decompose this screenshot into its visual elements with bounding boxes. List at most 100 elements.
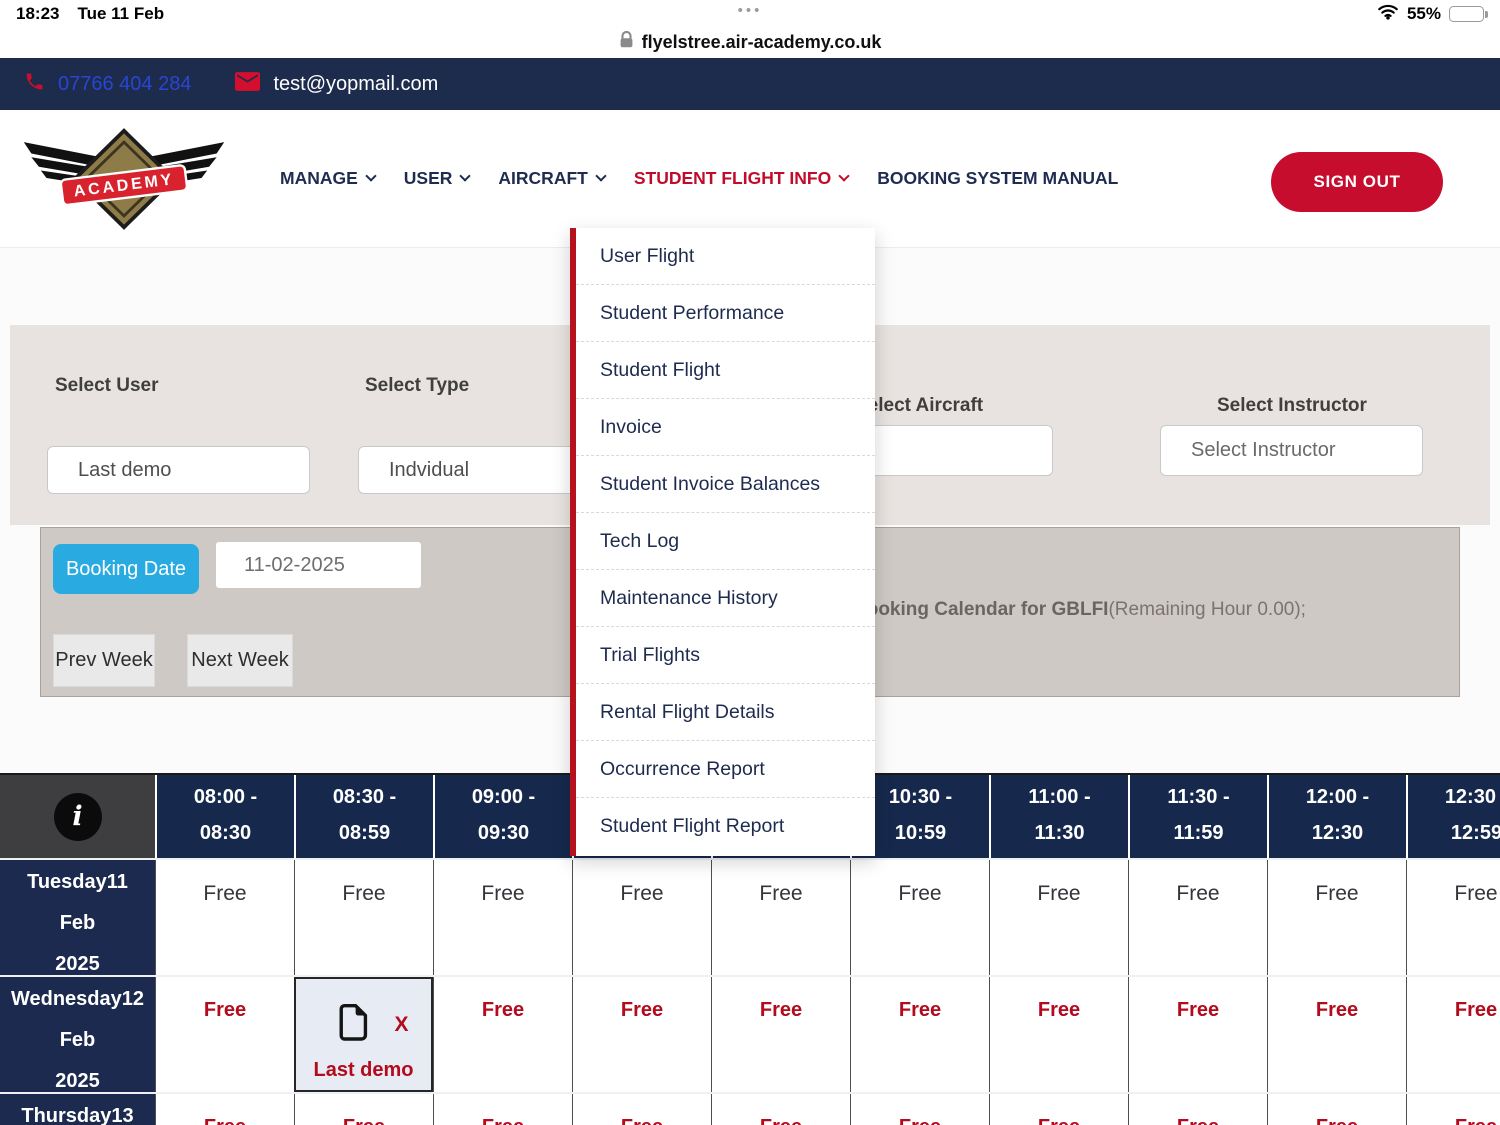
dropdown-item-trial-flights[interactable]: Trial Flights — [576, 627, 875, 684]
dropdown-item-student-flight[interactable]: Student Flight — [576, 342, 875, 399]
slot-cell[interactable]: Free — [433, 1094, 572, 1125]
nav-booking-system-manual[interactable]: BOOKING SYSTEM MANUAL — [877, 168, 1118, 189]
slot-cell[interactable]: Free — [433, 977, 572, 1092]
booking-date-button[interactable]: Booking Date — [53, 544, 199, 594]
main-nav: MANAGE USER AIRCRAFT STUDENT FLIGHT INFO… — [280, 110, 1118, 247]
calendar-row-tuesday: Tuesday11Feb2025 Free Free Free Free Fre… — [0, 858, 1500, 975]
select-instructor-input[interactable] — [1160, 425, 1423, 476]
slot-cell[interactable]: Free — [572, 977, 711, 1092]
battery-percent: 55% — [1407, 4, 1441, 24]
academy-logo[interactable]: ACADEMY — [18, 127, 230, 231]
booking-cell[interactable]: X Last demo — [294, 977, 433, 1092]
chevron-down-icon — [460, 170, 471, 181]
next-week-button[interactable]: Next Week — [187, 634, 293, 687]
time-slot-header: 11:30 -11:59 — [1128, 775, 1267, 858]
prev-week-button[interactable]: Prev Week — [53, 634, 155, 687]
slot-cell[interactable]: Free — [989, 860, 1128, 975]
info-icon[interactable]: i — [54, 793, 102, 841]
dropdown-item-user-flight[interactable]: User Flight — [576, 228, 875, 285]
slot-cell[interactable]: Free — [294, 860, 433, 975]
select-type-label: Select Type — [365, 375, 469, 397]
slot-cell[interactable]: Free — [1406, 1094, 1500, 1125]
browser-address-bar[interactable]: flyelstree.air-academy.co.uk — [0, 26, 1500, 58]
cancel-booking-x[interactable]: X — [394, 1013, 408, 1037]
email-link[interactable]: test@yopmail.com — [235, 72, 438, 96]
slot-cell[interactable]: Free — [1267, 977, 1406, 1092]
time-slot-header: 12:30 -12:59 — [1406, 775, 1500, 858]
battery-icon — [1449, 6, 1484, 22]
calendar-row-wednesday: Wednesday12Feb2025 Free X Last demo Free… — [0, 975, 1500, 1092]
nav-aircraft[interactable]: AIRCRAFT — [498, 168, 604, 189]
ios-status-bar: 18:23 Tue 11 Feb ••• 55% — [0, 0, 1500, 28]
slot-cell[interactable]: Free — [155, 860, 294, 975]
nav-manage[interactable]: MANAGE — [280, 168, 375, 189]
app-screen: 18:23 Tue 11 Feb ••• 55% flyelstree.air-… — [0, 0, 1500, 1125]
time-slot-header: 09:00 -09:30 — [433, 775, 572, 858]
slot-cell[interactable]: Free — [711, 1094, 850, 1125]
student-flight-info-dropdown: User Flight Student Performance Student … — [570, 228, 875, 856]
slot-cell[interactable]: Free — [850, 1094, 989, 1125]
slot-cell[interactable]: Free — [1267, 1094, 1406, 1125]
slot-cell[interactable]: Free — [294, 1094, 433, 1125]
select-instructor-label: Select Instructor — [1217, 395, 1367, 417]
multitask-dots-icon[interactable]: ••• — [738, 2, 763, 19]
calendar-note-hours: (Remaining Hour 0.00); — [1108, 599, 1305, 620]
slot-cell[interactable]: Free — [850, 977, 989, 1092]
email-address[interactable]: test@yopmail.com — [273, 73, 438, 96]
calendar-row-thursday: Thursday13Feb2025 Free Free Free Free Fr… — [0, 1092, 1500, 1125]
slot-cell[interactable]: Free — [572, 1094, 711, 1125]
dropdown-item-student-performance[interactable]: Student Performance — [576, 285, 875, 342]
slot-cell[interactable]: Free — [572, 860, 711, 975]
booking-name: Last demo — [313, 1059, 413, 1082]
slot-cell[interactable]: Free — [711, 860, 850, 975]
chevron-down-icon — [365, 170, 376, 181]
lock-icon — [619, 30, 634, 54]
status-date: Tue 11 Feb — [77, 4, 164, 24]
nav-user[interactable]: USER — [404, 168, 470, 189]
sign-out-button[interactable]: SIGN OUT — [1271, 152, 1443, 212]
contact-bar: 07766 404 284 test@yopmail.com — [0, 58, 1500, 110]
dropdown-item-student-flight-report[interactable]: Student Flight Report — [576, 798, 875, 855]
slot-cell[interactable]: Free — [989, 1094, 1128, 1125]
calendar-note-aircraft: Booking Calendar for GBLFI — [853, 599, 1108, 620]
chevron-down-icon — [839, 170, 850, 181]
phone-link[interactable]: 07766 404 284 — [24, 71, 191, 97]
wifi-icon — [1377, 3, 1399, 25]
slot-cell[interactable]: Free — [989, 977, 1128, 1092]
status-time: 18:23 — [16, 4, 59, 24]
time-slot-header: 08:30 -08:59 — [294, 775, 433, 858]
slot-cell[interactable]: Free — [1128, 977, 1267, 1092]
slot-cell[interactable]: Free — [1267, 860, 1406, 975]
dropdown-item-tech-log[interactable]: Tech Log — [576, 513, 875, 570]
slot-cell[interactable]: Free — [1128, 1094, 1267, 1125]
phone-number[interactable]: 07766 404 284 — [58, 73, 191, 96]
select-aircraft-input[interactable] — [845, 425, 1053, 476]
booking-calendar-note: Booking Calendar for GBLFI(Remaining Hou… — [853, 599, 1306, 621]
slot-cell[interactable]: Free — [711, 977, 850, 1092]
slot-cell[interactable]: Free — [433, 860, 572, 975]
select-user-label: Select User — [55, 375, 159, 397]
slot-cell[interactable]: Free — [1128, 860, 1267, 975]
document-icon[interactable] — [336, 1001, 370, 1049]
select-user-input[interactable] — [47, 446, 310, 494]
dropdown-item-occurrence-report[interactable]: Occurrence Report — [576, 741, 875, 798]
site-url: flyelstree.air-academy.co.uk — [642, 32, 882, 53]
time-slot-header: 12:00 -12:30 — [1267, 775, 1406, 858]
phone-icon — [24, 71, 45, 97]
slot-cell[interactable]: Free — [155, 977, 294, 1092]
day-label-cell: Thursday13Feb2025 — [0, 1094, 155, 1125]
slot-cell[interactable]: Free — [1406, 860, 1500, 975]
booking-date-input[interactable] — [216, 542, 421, 588]
nav-student-flight-info[interactable]: STUDENT FLIGHT INFO — [634, 168, 848, 189]
day-label-cell: Wednesday12Feb2025 — [0, 977, 155, 1092]
time-slot-header: 08:00 -08:30 — [155, 775, 294, 858]
day-label-cell: Tuesday11Feb2025 — [0, 860, 155, 975]
slot-cell[interactable]: Free — [1406, 977, 1500, 1092]
dropdown-item-maintenance-history[interactable]: Maintenance History — [576, 570, 875, 627]
dropdown-item-rental-flight-details[interactable]: Rental Flight Details — [576, 684, 875, 741]
dropdown-item-invoice[interactable]: Invoice — [576, 399, 875, 456]
slot-cell[interactable]: Free — [155, 1094, 294, 1125]
dropdown-item-student-invoice-balances[interactable]: Student Invoice Balances — [576, 456, 875, 513]
info-header-cell: i — [0, 775, 155, 858]
slot-cell[interactable]: Free — [850, 860, 989, 975]
